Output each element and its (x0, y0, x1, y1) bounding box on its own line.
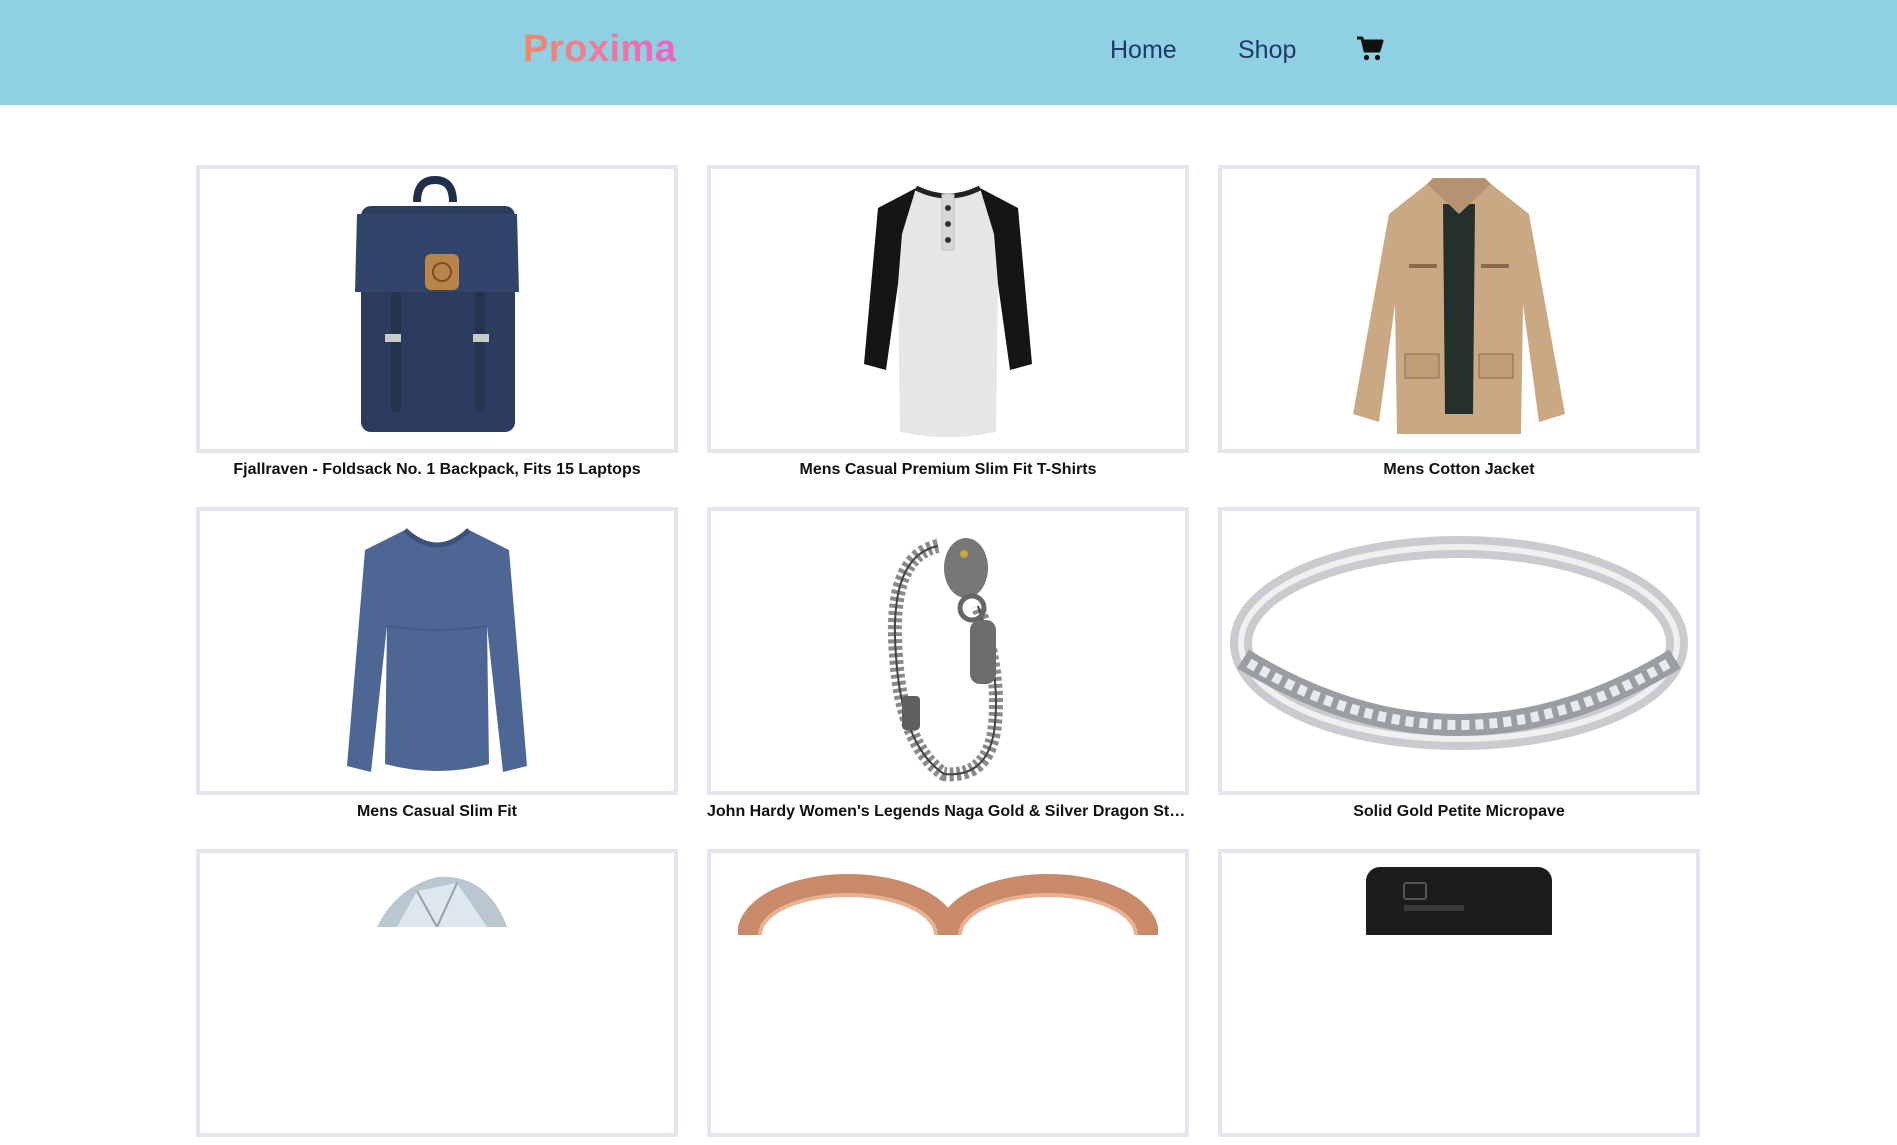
tshirt-image (864, 185, 1032, 437)
product-image-frame[interactable] (196, 849, 678, 1137)
backpack-image (355, 175, 519, 432)
product-image-frame[interactable] (1218, 165, 1700, 453)
nav-home-link[interactable]: Home (1110, 36, 1177, 65)
product-image-frame[interactable] (707, 165, 1189, 453)
product-image-frame[interactable] (707, 849, 1189, 1137)
long-sleeve-shirt-image (347, 528, 527, 772)
product-title[interactable]: Mens Cotton Jacket (1218, 461, 1700, 479)
hard-drive-image (1366, 867, 1552, 935)
product-card[interactable]: Mens Casual Slim Fit (196, 507, 678, 821)
product-image-frame[interactable] (1218, 849, 1700, 1137)
jacket-image (1353, 178, 1565, 434)
product-card[interactable]: Mens Casual Premium Slim Fit T-Shirts (707, 165, 1189, 479)
product-image-frame[interactable] (707, 507, 1189, 795)
product-image-frame[interactable] (1218, 507, 1700, 795)
rose-gold-rings-image (738, 874, 1158, 935)
diamond-ring-image (377, 876, 507, 927)
brand-logo[interactable]: Proxima (523, 28, 676, 71)
product-title[interactable]: Mens Casual Premium Slim Fit T-Shirts (707, 461, 1189, 479)
product-title[interactable]: Solid Gold Petite Micropave (1218, 803, 1700, 821)
product-card[interactable]: Mens Cotton Jacket (1218, 165, 1700, 479)
product-title[interactable]: Mens Casual Slim Fit (196, 803, 678, 821)
product-image-frame[interactable] (196, 165, 678, 453)
product-image-frame[interactable] (196, 507, 678, 795)
product-title[interactable]: John Hardy Women's Legends Naga Gold & S… (707, 803, 1189, 821)
bracelet-image (887, 538, 1003, 782)
ring-image (1230, 536, 1688, 750)
product-card[interactable]: Solid Gold Petite Micropave (1218, 507, 1700, 821)
product-card[interactable]: Fjallraven - Foldsack No. 1 Backpack, Fi… (196, 165, 678, 479)
site-header: Proxima Home Shop (0, 0, 1897, 105)
product-card[interactable] (196, 849, 678, 1145)
product-card[interactable] (1218, 849, 1700, 1145)
product-title[interactable]: Fjallraven - Foldsack No. 1 Backpack, Fi… (196, 461, 678, 479)
product-card[interactable] (707, 849, 1189, 1145)
nav-shop-link[interactable]: Shop (1238, 36, 1296, 65)
cart-icon[interactable] (1356, 36, 1384, 62)
product-card[interactable]: John Hardy Women's Legends Naga Gold & S… (707, 507, 1189, 821)
